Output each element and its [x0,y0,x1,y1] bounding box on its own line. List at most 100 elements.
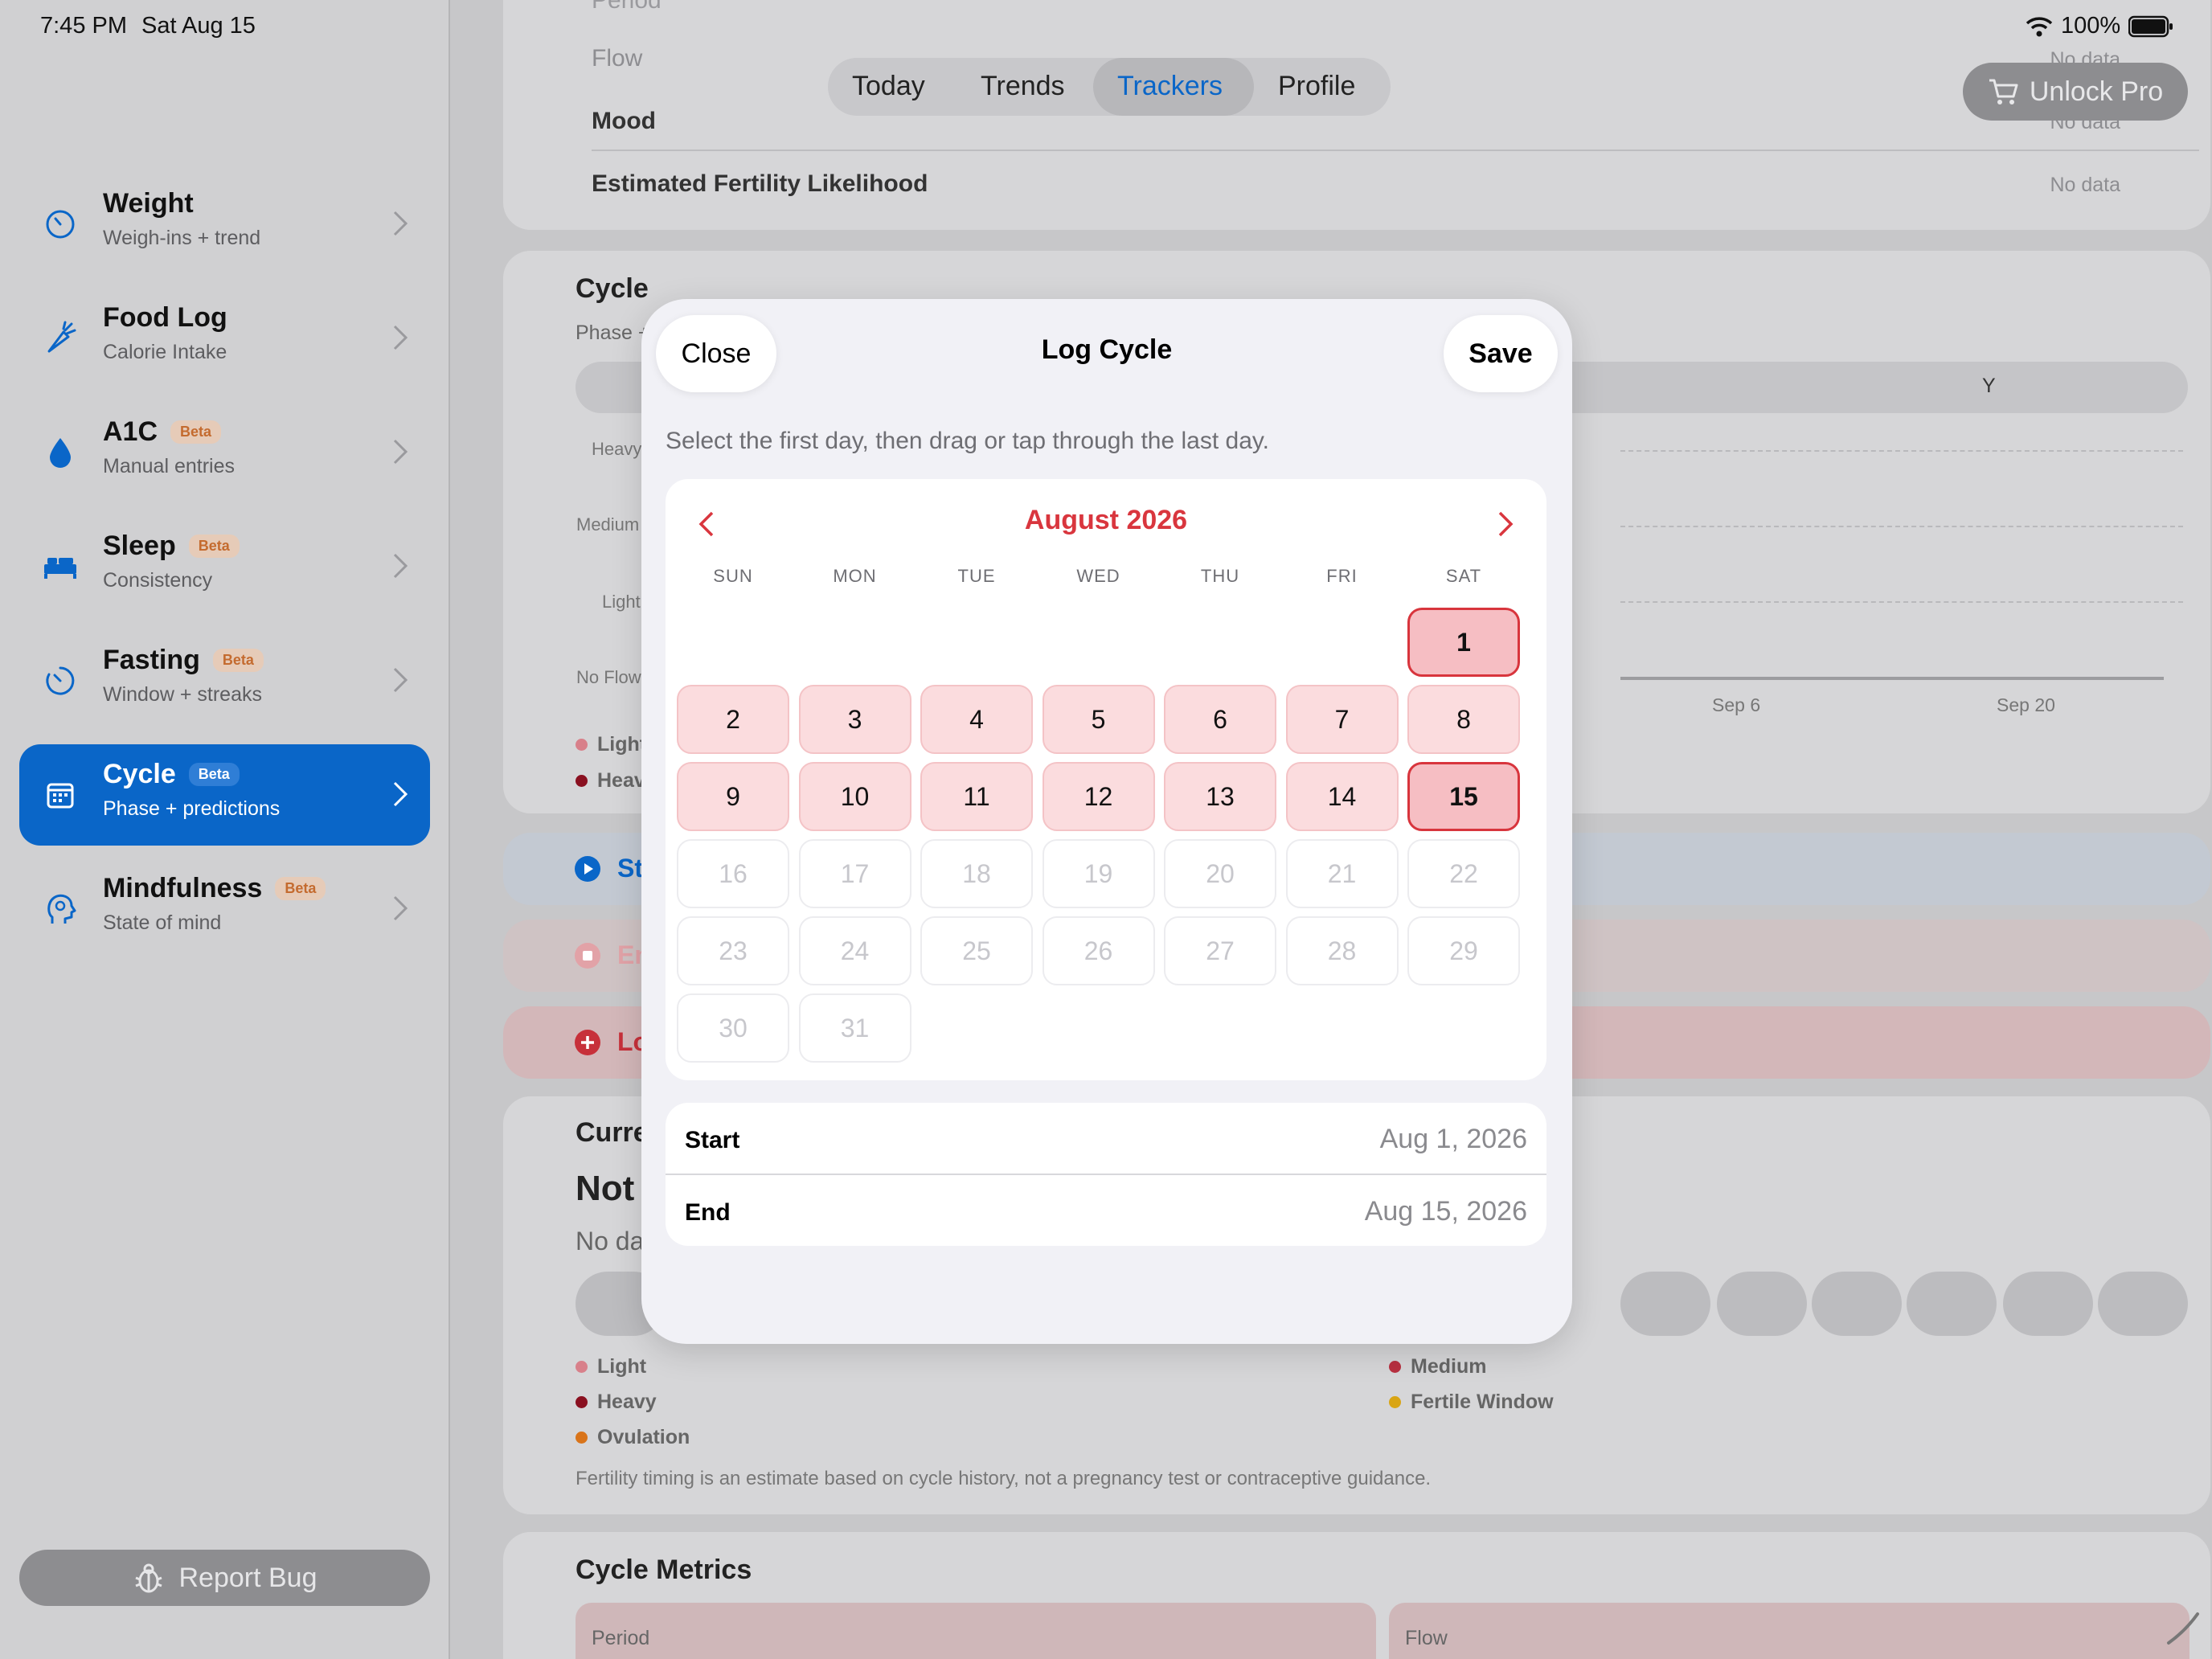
tab-trends[interactable]: Trends [981,71,1065,102]
weekday-label: FRI [1326,566,1358,586]
tab-today[interactable]: Today [852,71,925,102]
weekday-label: SUN [713,566,753,586]
sidebar-item-label: Sleep [103,530,176,561]
unlock-pro-button[interactable]: Unlock Pro [1963,63,2188,121]
metric-tile: Period [576,1603,1376,1659]
calendar-day: 26 [1042,916,1155,985]
metric-label: Flow [1405,1627,1448,1649]
calendar-day[interactable]: 11 [920,762,1033,831]
calendar-day: 19 [1042,839,1155,908]
sidebar-item-label: A1C [103,416,158,447]
x-label: Sep 6 [1712,694,1761,715]
sidebar-item-food-log[interactable]: Food Log Calorie Intake [19,288,430,389]
head-profile-icon [42,891,79,928]
card-title: Cycle [576,273,649,304]
wifi-icon [2026,16,2053,36]
day-pill [1907,1272,1997,1336]
status-date: Sat Aug 15 [141,13,256,39]
sidebar-item-label: Mindfulness [103,873,263,903]
tab-profile[interactable]: Profile [1278,71,1355,102]
ladybug-icon [134,1563,162,1593]
battery-icon [2128,15,2173,37]
calendar-day[interactable]: 10 [798,762,911,831]
y-label: Light [602,592,641,612]
calendar-day[interactable]: 4 [920,685,1033,754]
timer-icon [42,662,79,699]
sidebar-item-subtitle: Manual entries [103,455,235,477]
sidebar-item-weight[interactable]: Weight Weigh-ins + trend [19,174,430,275]
card-title: Cycle Metrics [576,1555,752,1585]
legend-light: Light [597,733,647,756]
calendar-day[interactable]: 3 [798,685,911,754]
y-label: Medium [576,514,640,535]
plus-circle-icon [575,1030,600,1055]
battery-percent: 100% [2061,13,2121,39]
calendar-day[interactable]: 14 [1285,762,1399,831]
calendar-day: 28 [1285,916,1399,985]
disclaimer: Fertility timing is an estimate based on… [576,1468,1432,1489]
calendar-icon [42,776,79,813]
range-option[interactable]: Y [1982,375,1996,398]
play-circle-icon [575,856,600,882]
sidebar-item-subtitle: State of mind [103,911,222,934]
cart-icon [1989,79,2018,104]
gauge-icon [42,206,79,243]
save-button[interactable]: Save [1444,315,1558,392]
sidebar-item-a1c[interactable]: A1C Beta Manual entries [19,402,430,503]
weekday-label: MON [833,566,877,586]
chevron-right-icon [393,895,408,921]
calendar-day[interactable]: 9 [677,762,789,831]
chevron-right-icon[interactable] [1493,508,1518,540]
calendar-day[interactable]: 6 [1164,685,1276,754]
chevron-right-icon [393,439,408,465]
day-pill [2098,1272,2188,1336]
start-value[interactable]: Aug 1, 2026 [1380,1124,1527,1155]
sidebar-item-subtitle: Weigh-ins + trend [103,227,261,249]
sidebar-item-cycle[interactable]: Cycle Beta Phase + predictions [19,744,430,846]
calendar-day[interactable]: 15 [1407,762,1520,831]
end-value[interactable]: Aug 15, 2026 [1365,1196,1527,1227]
sidebar-item-subtitle: Window + streaks [103,683,262,706]
row-value: No data [2050,174,2120,196]
legend-light: Light [597,1355,647,1378]
tab-trackers[interactable]: Trackers [1117,71,1223,102]
day-pill [1620,1272,1710,1336]
day-pill [2003,1272,2093,1336]
beta-badge: Beta [212,649,264,672]
calendar-day: 21 [1285,839,1399,908]
calendar-day: 24 [798,916,911,985]
log-cycle-sheet: Close Log Cycle Save Select the first da… [641,299,1572,1344]
sidebar-item-fasting[interactable]: Fasting Beta Window + streaks [19,630,430,731]
calendar-day[interactable]: 12 [1042,762,1155,831]
metric-tile: Flow [1389,1603,2189,1659]
beta-badge: Beta [170,420,222,444]
calendar-day[interactable]: 13 [1164,762,1276,831]
y-label: No Flow [576,667,641,687]
calendar-day[interactable]: 8 [1407,685,1520,754]
sidebar-item-label: Food Log [103,302,227,333]
x-label: Sep 20 [1997,694,2055,715]
calendar-day[interactable]: 7 [1285,685,1399,754]
report-bug-button[interactable]: Report Bug [19,1550,430,1606]
legend-fertile: Fertile Window [1411,1391,1554,1413]
calendar-day[interactable]: 5 [1042,685,1155,754]
row-label: Mood [592,108,656,134]
cycle-metrics-card: Cycle Metrics Period Flow [503,1532,2210,1659]
calendar-day[interactable]: 1 [1407,608,1520,677]
sidebar-item-sleep[interactable]: Sleep Beta Consistency [19,516,430,617]
drop-icon [42,434,79,471]
calendar-day: 27 [1164,916,1276,985]
y-label: Heavy [592,439,642,459]
calendar-day: 16 [677,839,789,908]
instruction-text: Select the first day, then drag or tap t… [666,428,1269,454]
sidebar-item-mindfulness[interactable]: Mindfulness Beta State of mind [19,858,430,960]
calendar-day[interactable]: 2 [677,685,789,754]
sidebar-item-subtitle: Phase + predictions [103,797,281,820]
calendar-day: 29 [1407,916,1520,985]
scribble-icon [2167,1612,2199,1645]
sidebar-item-subtitle: Calorie Intake [103,341,227,363]
date-range-summary: Start Aug 1, 2026 End Aug 15, 2026 [666,1103,1546,1246]
day-pill [1717,1272,1807,1336]
calendar: August 2026 SUN MON TUE WED THU FRI SAT 123456… [666,479,1546,1080]
weekday-label: TUE [957,566,996,586]
